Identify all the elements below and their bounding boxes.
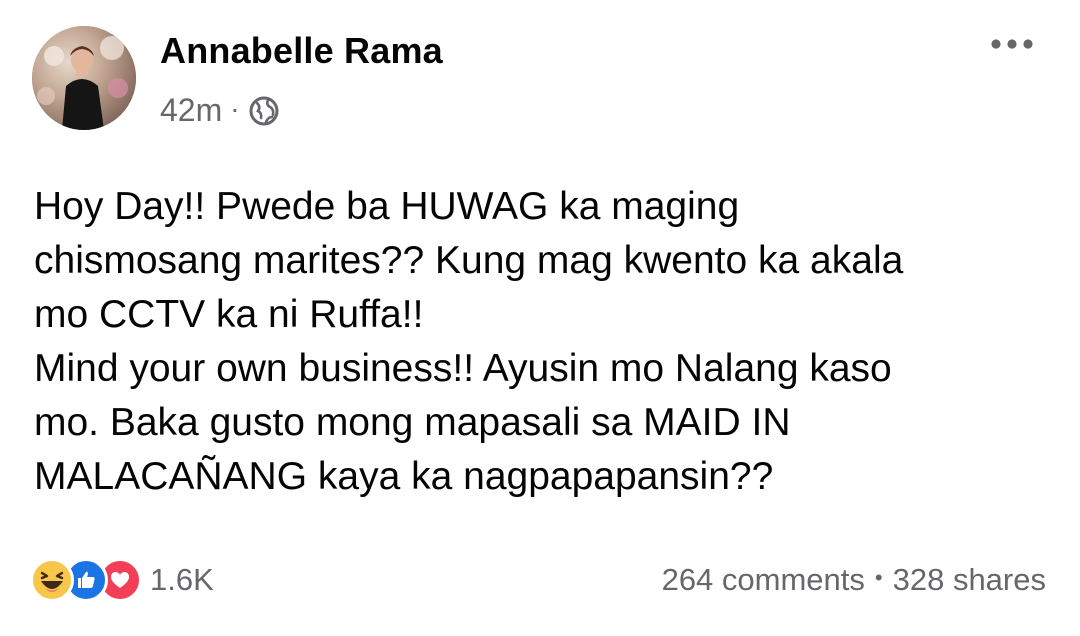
post-text: Hoy Day!! Pwede ba HUWAG ka maging chism… xyxy=(34,185,904,498)
reaction-count: 1.6K xyxy=(150,562,214,597)
shares-count[interactable]: 328 shares xyxy=(893,562,1046,598)
engagement-separator: • xyxy=(874,565,883,590)
avatar-image xyxy=(32,26,136,130)
comments-count[interactable]: 264 comments xyxy=(662,562,865,598)
meta-separator: · xyxy=(230,92,240,124)
globe-icon[interactable] xyxy=(248,95,280,127)
post-timestamp[interactable]: 42m xyxy=(160,92,222,129)
engagement-summary: 264 comments • 328 shares xyxy=(662,562,1046,598)
avatar[interactable] xyxy=(32,26,136,130)
post-meta: 42m · xyxy=(160,92,280,129)
reactions-summary[interactable]: 1.6K xyxy=(30,558,214,602)
author-name[interactable]: Annabelle Rama xyxy=(160,30,443,72)
reaction-icons xyxy=(30,558,142,602)
haha-icon xyxy=(30,558,74,602)
more-options-icon[interactable] xyxy=(990,30,1034,58)
